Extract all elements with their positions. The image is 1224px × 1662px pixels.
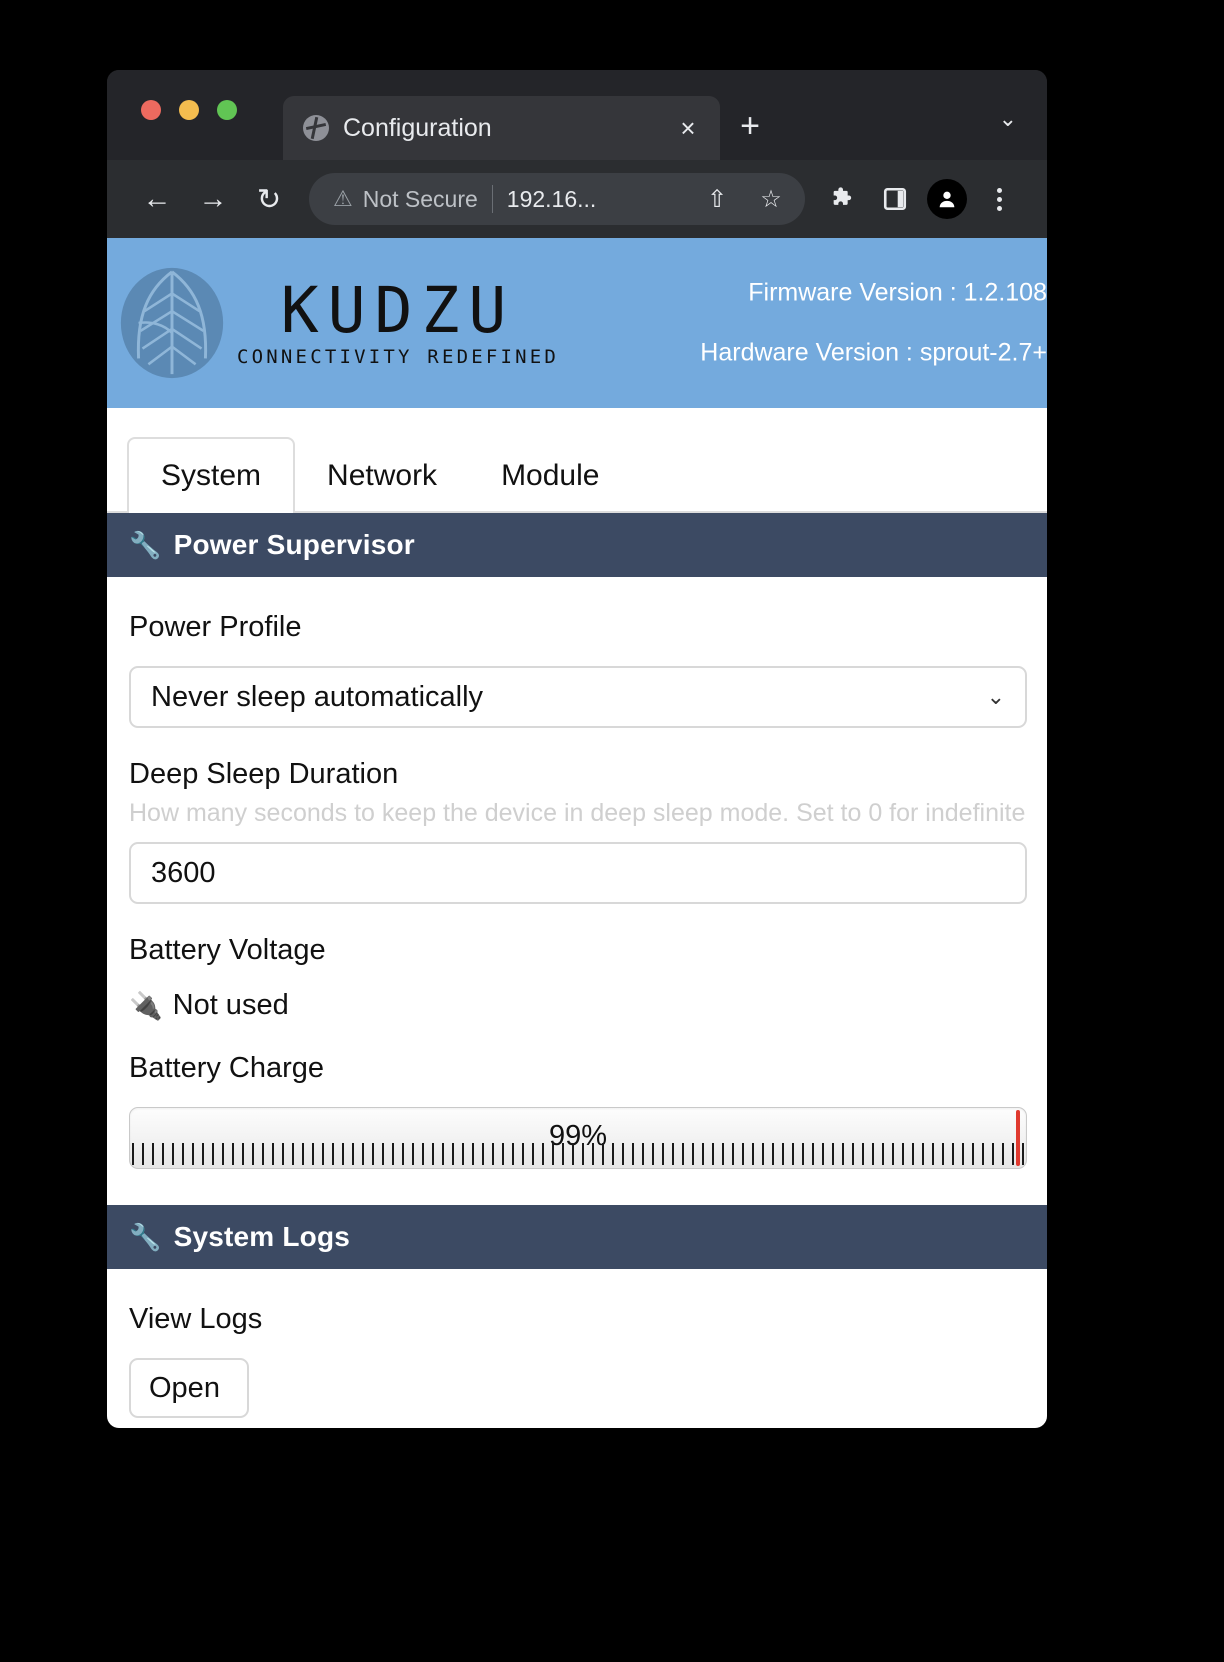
system-logs-body: View Logs Open (107, 1269, 1047, 1428)
field-battery-voltage: Battery Voltage 🔌 Not used (129, 934, 1025, 1022)
brand-name: KUDZU (280, 273, 516, 347)
address-bar[interactable]: ⚠ Not Secure 192.16... ⇧ ☆ (309, 173, 805, 225)
brand-logo: KUDZU CONNECTIVITY REDEFINED (107, 264, 559, 382)
site-header: KUDZU CONNECTIVITY REDEFINED Firmware Ve… (107, 238, 1047, 408)
sidebar-panel-icon[interactable] (871, 175, 919, 223)
kudzu-leaf-icon (120, 267, 224, 379)
firmware-version: Firmware Version : 1.2.108 (748, 279, 1047, 307)
deep-sleep-input[interactable]: 3600 (129, 842, 1027, 904)
field-battery-charge: Battery Charge 99% (129, 1052, 1027, 1169)
bookmark-star-icon[interactable]: ☆ (749, 177, 793, 221)
profile-avatar-button[interactable] (923, 175, 971, 223)
power-supervisor-body: Power Profile Never sleep automatically … (107, 577, 1047, 1205)
power-profile-label: Power Profile (129, 611, 302, 643)
share-icon[interactable]: ⇧ (695, 177, 739, 221)
chevron-down-icon[interactable]: ⌄ (999, 106, 1017, 132)
window-traffic-lights (141, 100, 237, 120)
wordmark: KUDZU CONNECTIVITY REDEFINED (237, 273, 560, 369)
version-info: Firmware Version : 1.2.108 Hardware Vers… (527, 280, 1047, 367)
meter-tick-marks (132, 1143, 1024, 1165)
browser-tab-configuration[interactable]: Configuration × (283, 96, 720, 160)
battery-charge-meter: 99% (129, 1107, 1027, 1169)
extensions-puzzle-icon[interactable] (819, 175, 867, 223)
kebab-menu-icon[interactable] (975, 175, 1023, 223)
browser-tab-title: Configuration (343, 113, 492, 142)
browser-window: Configuration × + ⌄ ← → ↻ ⚠ Not Secure 1… (107, 70, 1047, 1428)
tab-system[interactable]: System (127, 437, 296, 513)
view-logs-label: View Logs (129, 1303, 263, 1335)
minimize-window-button[interactable] (179, 100, 199, 120)
wrench-icon: 🔧 (129, 530, 162, 560)
tabs-area: Configuration × + (283, 70, 780, 160)
browser-toolbar: ← → ↻ ⚠ Not Secure 192.16... ⇧ ☆ (107, 160, 1047, 238)
close-window-button[interactable] (141, 100, 161, 120)
warning-triangle-icon: ⚠ (333, 186, 353, 211)
wrench-icon: 🔧 (129, 1222, 162, 1252)
back-button[interactable]: ← (131, 173, 183, 225)
deep-sleep-value: 3600 (151, 856, 216, 889)
tab-network[interactable]: Network (295, 437, 469, 513)
chevron-down-icon: ⌄ (986, 684, 1005, 709)
section-header-power-supervisor: 🔧 Power Supervisor (107, 513, 1047, 577)
omnibox-divider (491, 185, 493, 213)
section-title: System Logs (173, 1221, 351, 1252)
section-title: Power Supervisor (173, 529, 415, 560)
deep-sleep-label: Deep Sleep Duration (129, 758, 399, 790)
url-text[interactable]: 192.16... (507, 186, 685, 213)
open-logs-button[interactable]: Open (129, 1358, 249, 1418)
avatar (927, 179, 967, 219)
battery-voltage-status: 🔌 Not used (129, 989, 1025, 1022)
new-tab-button[interactable]: + (720, 107, 780, 146)
battery-voltage-label: Battery Voltage (129, 934, 326, 966)
power-profile-value: Never sleep automatically (151, 680, 484, 713)
field-deep-sleep-duration: Deep Sleep Duration How many seconds to … (129, 758, 1027, 904)
hardware-version: Hardware Version : sprout-2.7+ (700, 338, 1047, 366)
maximize-window-button[interactable] (217, 100, 237, 120)
power-profile-select[interactable]: Never sleep automatically ⌄ (129, 666, 1027, 728)
meter-end-marker (1016, 1110, 1020, 1166)
battery-voltage-value: Not used (172, 989, 289, 1021)
field-view-logs: View Logs Open (129, 1303, 1025, 1418)
security-status-text: Not Secure (362, 185, 478, 212)
page-tab-bar: System Network Module (107, 408, 1047, 513)
browser-tab-strip: Configuration × + ⌄ (107, 70, 1047, 160)
power-plug-icon: 🔌 (129, 990, 163, 1021)
tab-module[interactable]: Module (469, 437, 631, 513)
globe-icon (303, 115, 329, 141)
reload-button[interactable]: ↻ (243, 173, 295, 225)
forward-button[interactable]: → (187, 173, 239, 225)
kebab-dots (996, 187, 1002, 211)
field-power-profile: Power Profile Never sleep automatically … (129, 611, 1027, 728)
section-header-system-logs: 🔧 System Logs (107, 1205, 1047, 1269)
close-icon[interactable]: × (672, 115, 704, 141)
brand-tagline: CONNECTIVITY REDEFINED (237, 346, 560, 369)
deep-sleep-hint: How many seconds to keep the device in d… (129, 799, 1025, 827)
battery-charge-label: Battery Charge (129, 1052, 325, 1084)
page-viewport: KUDZU CONNECTIVITY REDEFINED Firmware Ve… (107, 238, 1047, 1428)
